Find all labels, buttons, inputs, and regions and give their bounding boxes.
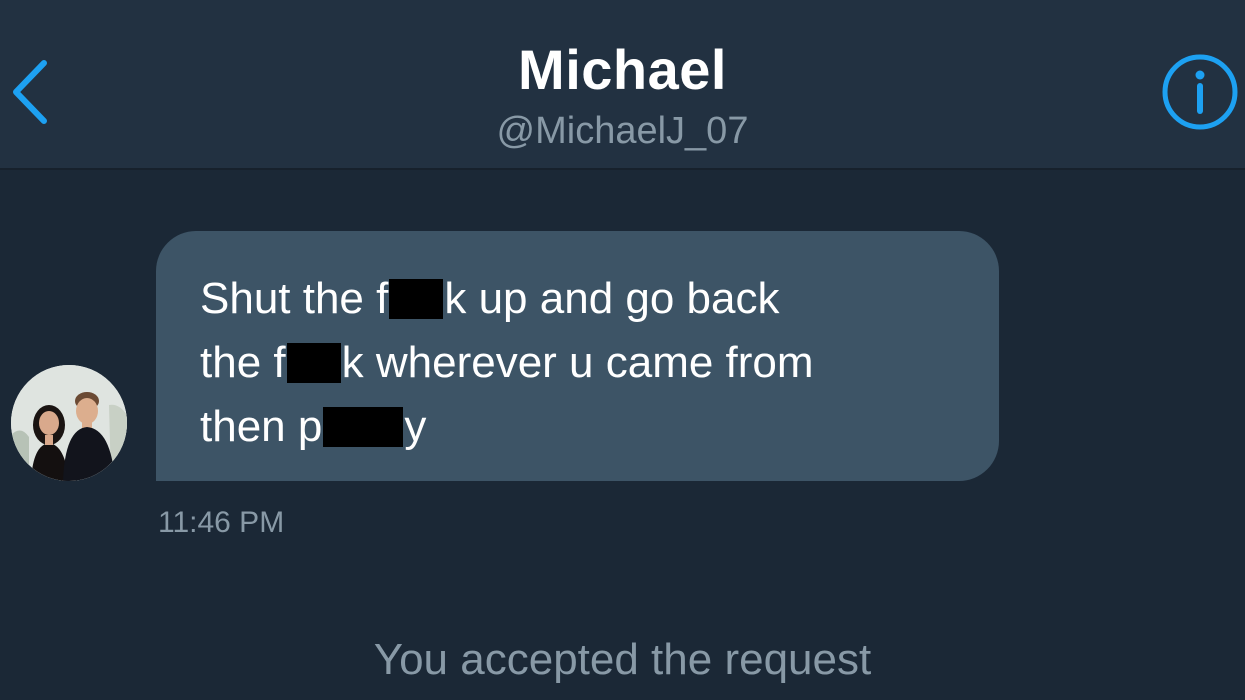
conversation-title: Michael @MichaelJ_07 [0,38,1245,156]
contact-name: Michael [518,38,727,101]
redaction-bar [323,407,404,447]
message-text: Shut the f [200,274,389,323]
message-timestamp: 11:46 PM [158,506,285,539]
message-line: then p y [200,395,999,459]
message-bubble[interactable]: Shut the f k up and go back the f k wher… [156,231,999,481]
message-line: Shut the f k up and go back [200,267,999,331]
redaction-bar [389,279,444,319]
contact-handle: @MichaelJ_07 [496,110,749,152]
redaction-bar [286,343,341,383]
conversation-header: Michael @MichaelJ_07 [0,0,1245,170]
message-text: k up and go back [444,274,780,323]
request-accepted-notice: You accepted the request [373,635,872,684]
avatar[interactable] [11,365,127,481]
message-line: the f k wherever u came from [200,331,999,395]
message-text: y [404,402,427,451]
info-button[interactable] [1160,52,1240,132]
dm-conversation-screen: Michael @MichaelJ_07 Shut the f k up and… [0,0,1245,700]
message-text: k wherever u came from [341,338,814,387]
info-icon [1162,54,1238,130]
user-avatar-photo [11,365,127,481]
message-text: then p [200,402,323,451]
message-text: the f [200,338,286,387]
